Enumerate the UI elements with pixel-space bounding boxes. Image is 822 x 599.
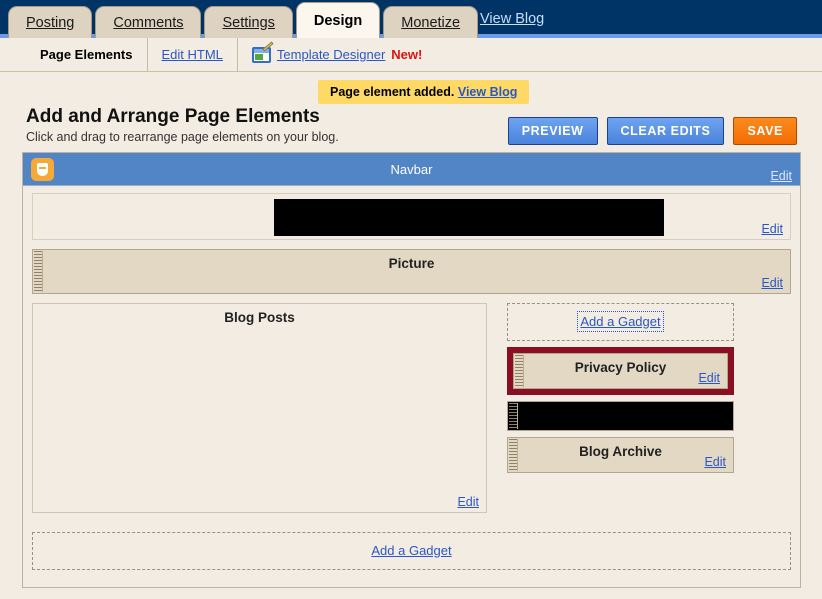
drag-handle-privacy-policy[interactable] bbox=[515, 355, 524, 387]
subnav-template-designer-label[interactable]: Template Designer bbox=[277, 47, 385, 62]
view-blog-link-header[interactable]: View Blog bbox=[480, 11, 544, 27]
preview-button[interactable]: PREVIEW bbox=[507, 117, 598, 145]
tab-design[interactable]: Design bbox=[295, 2, 381, 38]
privacy-policy-edit-link[interactable]: Edit bbox=[698, 371, 720, 385]
redacted-header-title bbox=[274, 199, 664, 236]
navbar-title: Navbar bbox=[390, 161, 433, 177]
tab-monetize-label: Monetize bbox=[401, 14, 461, 31]
gadget-privacy-policy[interactable]: Privacy Policy Edit bbox=[513, 353, 728, 389]
tab-posting[interactable]: Posting bbox=[8, 6, 93, 38]
subnav-edit-html[interactable]: Edit HTML bbox=[148, 38, 238, 71]
blog-archive-edit-link[interactable]: Edit bbox=[704, 455, 726, 469]
gadget-redacted[interactable] bbox=[507, 401, 734, 431]
blog-posts-title: Blog Posts bbox=[224, 310, 295, 325]
picture-edit-link[interactable]: Edit bbox=[761, 276, 783, 290]
tab-settings-label: Settings bbox=[222, 14, 275, 31]
header-edit-link[interactable]: Edit bbox=[761, 222, 783, 236]
tab-posting-label: Posting bbox=[26, 14, 75, 31]
template-designer-icon bbox=[251, 40, 274, 63]
footer-add-gadget-link[interactable]: Add a Gadget bbox=[371, 543, 451, 558]
drag-handle-blog-archive[interactable] bbox=[509, 439, 518, 471]
main-tab-bar: Posting Comments Settings Design Monetiz… bbox=[0, 0, 481, 38]
blog-posts-edit-link[interactable]: Edit bbox=[457, 495, 479, 509]
sidebar-add-gadget-link[interactable]: Add a Gadget bbox=[577, 311, 664, 332]
tab-comments[interactable]: Comments bbox=[95, 6, 202, 38]
footer-region: Add a Gadget bbox=[23, 532, 800, 579]
privacy-policy-highlight: Privacy Policy Edit bbox=[507, 347, 734, 395]
sub-nav-bar: Page Elements Edit HTML Template Designe… bbox=[0, 38, 822, 72]
footer-add-gadget[interactable]: Add a Gadget bbox=[32, 532, 791, 570]
navbar-edit-link[interactable]: Edit bbox=[770, 169, 792, 183]
subnav-page-elements-label: Page Elements bbox=[40, 47, 133, 62]
gadget-picture[interactable]: Picture Edit bbox=[32, 249, 791, 294]
layout-columns: Blog Posts Edit Add a Gadget Privacy Pol… bbox=[23, 294, 800, 522]
tab-settings[interactable]: Settings bbox=[204, 6, 293, 38]
clear-edits-button[interactable]: CLEAR EDITS bbox=[606, 117, 725, 145]
page-subtitle: Click and drag to rearrange page element… bbox=[26, 130, 339, 144]
new-badge: New! bbox=[391, 47, 423, 62]
gadget-blog-archive[interactable]: Blog Archive Edit bbox=[507, 437, 734, 473]
drag-handle-redacted-gadget[interactable] bbox=[509, 403, 518, 429]
save-button[interactable]: SAVE bbox=[733, 117, 797, 145]
tab-design-label: Design bbox=[313, 12, 363, 29]
page-elements-panel: Navbar Edit Edit Picture Edit Blog Posts… bbox=[22, 152, 801, 588]
sidebar-column: Add a Gadget Privacy Policy Edit Blog Ar… bbox=[507, 303, 734, 513]
drag-handle-picture[interactable] bbox=[34, 251, 43, 292]
subnav-template-designer[interactable]: Template Designer New! bbox=[238, 38, 436, 71]
gadget-blog-posts[interactable]: Blog Posts Edit bbox=[32, 303, 487, 513]
gadget-navbar[interactable]: Navbar Edit bbox=[23, 153, 800, 186]
main-column: Blog Posts Edit bbox=[32, 303, 487, 513]
notification-view-blog-link[interactable]: View Blog bbox=[458, 85, 518, 99]
blogger-icon bbox=[31, 158, 54, 181]
redacted-gadget-title bbox=[518, 403, 732, 429]
page-title: Add and Arrange Page Elements bbox=[26, 106, 320, 127]
header-region: Edit Picture Edit bbox=[23, 186, 800, 294]
subnav-edit-html-label[interactable]: Edit HTML bbox=[162, 47, 223, 62]
subnav-page-elements[interactable]: Page Elements bbox=[26, 38, 148, 71]
action-button-group: PREVIEW CLEAR EDITS SAVE bbox=[507, 117, 797, 145]
tab-monetize[interactable]: Monetize bbox=[383, 6, 479, 38]
blog-archive-title: Blog Archive bbox=[579, 444, 662, 459]
picture-title: Picture bbox=[388, 256, 435, 271]
gadget-header[interactable]: Edit bbox=[32, 193, 791, 240]
tab-comments-label: Comments bbox=[113, 14, 184, 31]
privacy-policy-title: Privacy Policy bbox=[574, 360, 667, 375]
sidebar-add-gadget[interactable]: Add a Gadget bbox=[507, 303, 734, 341]
pencil-icon bbox=[262, 40, 274, 52]
notification-message: Page element added. bbox=[330, 85, 455, 99]
status-notification: Page element added. View Blog bbox=[318, 80, 530, 104]
